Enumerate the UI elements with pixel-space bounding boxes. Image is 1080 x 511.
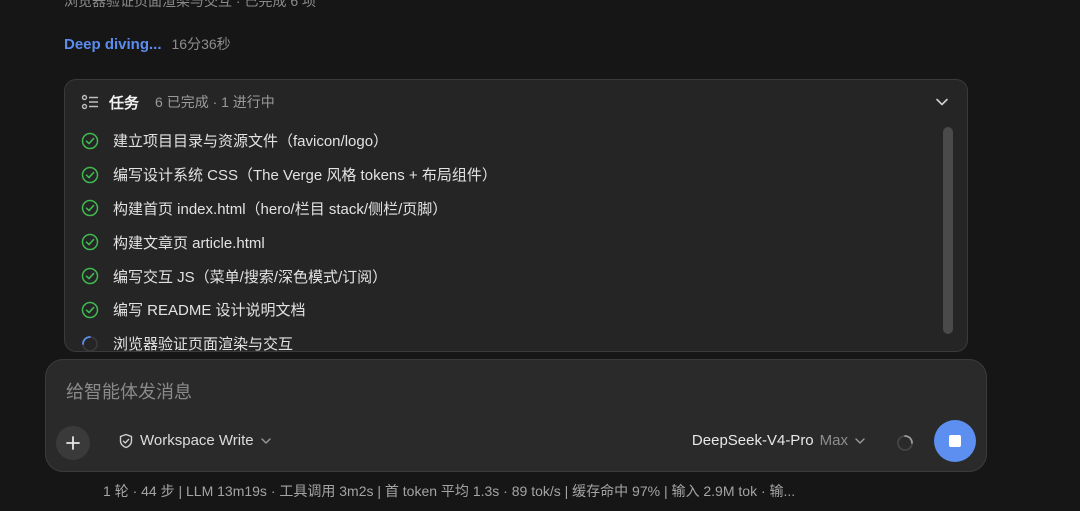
stop-icon	[949, 435, 961, 447]
plus-icon	[66, 436, 80, 450]
stop-button[interactable]	[934, 420, 976, 462]
task-item: 编写设计系统 CSS（The Verge 风格 tokens + 布局组件）	[65, 158, 947, 192]
elapsed-time: 16分36秒	[171, 36, 231, 52]
task-item: 建立项目目录与资源文件（favicon/logo）	[65, 124, 947, 158]
chevron-down-icon	[855, 437, 865, 444]
task-item: 构建文章页 article.html	[65, 225, 947, 259]
task-list-icon	[81, 94, 98, 110]
task-item-in-progress: 浏览器验证页面渲染与交互	[65, 327, 947, 351]
task-item: 编写 README 设计说明文档	[65, 293, 947, 327]
chevron-down-icon	[260, 437, 271, 444]
chevron-down-icon[interactable]	[935, 95, 949, 109]
task-label: 编写设计系统 CSS（The Verge 风格 tokens + 布局组件）	[113, 167, 497, 185]
permission-mode-label: Workspace Write	[140, 432, 254, 449]
task-panel-header[interactable]: 任务 6 已完成 · 1 进行中	[65, 80, 967, 124]
loading-spinner-icon	[897, 435, 913, 451]
model-select[interactable]: DeepSeek-V4-Pro Max	[692, 432, 866, 449]
check-circle-icon	[81, 132, 99, 150]
task-panel: 任务 6 已完成 · 1 进行中 建立项目目录与资源文件（favicon/log…	[64, 79, 968, 352]
permission-mode-select[interactable]: Workspace Write	[118, 432, 272, 449]
task-label: 编写交互 JS（菜单/搜索/深色模式/订阅）	[113, 268, 388, 286]
agent-status: Deep diving... 16分36秒	[64, 34, 231, 54]
loading-spinner-icon	[82, 335, 98, 351]
check-circle-icon	[81, 166, 99, 183]
task-list-scrollbar[interactable]	[943, 127, 953, 351]
task-label: 构建首页 index.html（hero/栏目 stack/侧栏/页脚）	[113, 200, 448, 218]
message-composer: Workspace Write DeepSeek-V4-Pro Max	[45, 359, 987, 472]
check-circle-icon	[81, 301, 99, 319]
task-label: 建立项目目录与资源文件（favicon/logo）	[113, 133, 389, 151]
status-label: Deep diving...	[64, 36, 162, 53]
model-name: DeepSeek-V4-Pro	[691, 432, 814, 449]
task-panel-title: 任务	[109, 94, 140, 112]
task-list: 建立项目目录与资源文件（favicon/logo） 编写设计系统 CSS（The…	[65, 124, 947, 351]
task-label: 编写 README 设计说明文档	[113, 302, 306, 320]
add-button[interactable]	[56, 426, 90, 460]
check-circle-icon	[81, 234, 99, 251]
reasoning-effort: Max	[819, 432, 848, 449]
check-circle-icon	[81, 267, 99, 285]
previous-message-text: 浏览器验证页面渲染与交互 · 已完成 6 项	[64, 0, 317, 9]
usage-stats: 1 轮 · 44 步 | LLM 13m19s · 工具调用 3m2s | 首 …	[103, 483, 796, 499]
scrollbar-thumb[interactable]	[943, 127, 953, 334]
task-label: 浏览器验证页面渲染与交互	[113, 336, 294, 351]
task-item: 编写交互 JS（菜单/搜索/深色模式/订阅）	[65, 259, 947, 293]
check-circle-icon	[81, 200, 99, 217]
task-label: 构建文章页 article.html	[113, 234, 265, 252]
shield-icon	[119, 433, 133, 448]
task-item: 构建首页 index.html（hero/栏目 stack/侧栏/页脚）	[65, 192, 947, 226]
task-summary: 6 已完成 · 1 进行中	[155, 94, 275, 110]
message-input[interactable]	[66, 378, 926, 406]
